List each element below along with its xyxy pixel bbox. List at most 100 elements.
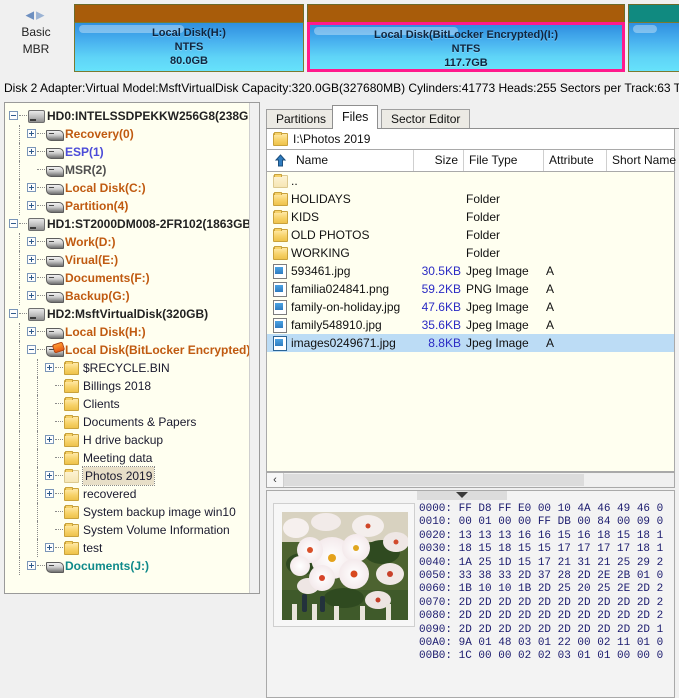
tree-connector — [37, 205, 45, 207]
sort-ascending-icon[interactable] — [274, 154, 287, 167]
partition-block-i-selected[interactable]: Local Disk(BitLocker Encrypted)(I:) NTFS… — [307, 4, 625, 72]
path-breadcrumb-bar[interactable]: I:\Photos 2019 — [266, 129, 675, 150]
tree-item[interactable]: recovered — [5, 485, 252, 503]
tree-item[interactable]: Photos 2019 — [5, 467, 252, 485]
tree-item-label: Documents(F:) — [65, 269, 150, 287]
tree-item[interactable]: Backup(G:) — [5, 287, 252, 305]
expand-icon[interactable] — [45, 489, 54, 498]
file-row[interactable]: OLD PHOTOSFolder — [267, 226, 674, 244]
tab-partitions[interactable]: Partitions — [266, 109, 336, 128]
partition-body[interactable] — [628, 22, 679, 72]
tree-item-label: Local Disk(H:) — [65, 323, 146, 341]
tree-item[interactable]: Documents(F:) — [5, 269, 252, 287]
tree-item[interactable]: HD1:ST2000DM008-2FR102(1863GB) — [5, 215, 252, 233]
expand-icon[interactable] — [27, 183, 36, 192]
partition-body[interactable]: Local Disk(H:) NTFS 80.0GB — [74, 22, 304, 72]
chevron-down-icon[interactable] — [456, 492, 468, 498]
tree-item[interactable]: ESP(1) — [5, 143, 252, 161]
tree-item[interactable]: Local Disk(H:) — [5, 323, 252, 341]
tree-item[interactable]: HD2:MsftVirtualDisk(320GB) — [5, 305, 252, 323]
tree-item[interactable]: H drive backup — [5, 431, 252, 449]
tree-item[interactable]: Local Disk(BitLocker Encrypted)(I:) — [5, 341, 252, 359]
column-header-size[interactable]: Size — [414, 150, 464, 171]
collapse-icon[interactable] — [9, 309, 18, 318]
image-preview — [282, 512, 408, 620]
scroll-thumb[interactable] — [284, 474, 584, 486]
tree-item[interactable]: Meeting data — [5, 449, 252, 467]
expand-icon[interactable] — [45, 363, 54, 372]
tree-item[interactable]: Clients — [5, 395, 252, 413]
collapse-icon[interactable] — [9, 219, 18, 228]
tree-vertical-scrollbar[interactable] — [249, 103, 259, 593]
collapse-icon[interactable] — [9, 111, 18, 120]
tree-item-label: recovered — [83, 485, 136, 503]
column-header-attribute[interactable]: Attribute — [544, 150, 607, 171]
tree-item[interactable]: Documents & Papers — [5, 413, 252, 431]
partition-body[interactable]: Local Disk(BitLocker Encrypted)(I:) NTFS… — [307, 22, 625, 72]
expand-icon[interactable] — [27, 255, 36, 264]
tree-guide-line — [19, 557, 21, 575]
left-arrow-icon[interactable]: ◂ — [25, 5, 36, 24]
content-panel: Partitions Files Sector Editor I:\Photos… — [266, 102, 679, 598]
file-type: Folder — [466, 226, 544, 244]
folder-icon — [64, 452, 79, 465]
tree-item[interactable]: HD0:INTELSSDPEKKW256G8(238GB) — [5, 107, 252, 125]
pane-splitter-handle[interactable] — [417, 491, 507, 500]
tree-item[interactable]: Billings 2018 — [5, 377, 252, 395]
collapse-icon[interactable] — [27, 345, 36, 354]
tree-item[interactable]: System Volume Information — [5, 521, 252, 539]
partition-block-third[interactable] — [628, 4, 679, 72]
partition-header-bar — [307, 4, 625, 22]
tree-item[interactable]: System backup image win10 — [5, 503, 252, 521]
scroll-left-button[interactable]: ‹ — [267, 473, 284, 487]
file-row[interactable]: family548910.jpg35.6KBJpeg ImageA — [267, 316, 674, 334]
tab-sector-editor[interactable]: Sector Editor — [381, 109, 470, 128]
expand-icon[interactable] — [27, 129, 36, 138]
tree-item[interactable]: $RECYCLE.BIN — [5, 359, 252, 377]
expand-icon[interactable] — [27, 561, 36, 570]
file-row[interactable]: .. — [267, 172, 674, 190]
file-row[interactable]: images0249671.jpg8.8KBJpeg ImageA — [267, 334, 674, 352]
tree-connector — [37, 187, 45, 189]
tab-files[interactable]: Files — [332, 105, 378, 129]
tree-item[interactable]: Work(D:) — [5, 233, 252, 251]
expand-icon[interactable] — [45, 471, 54, 480]
folder-icon — [64, 416, 79, 429]
tree-item[interactable]: Local Disk(C:) — [5, 179, 252, 197]
file-row[interactable]: KIDSFolder — [267, 208, 674, 226]
image-file-icon — [273, 282, 287, 297]
partition-block-h[interactable]: Local Disk(H:) NTFS 80.0GB — [74, 4, 304, 72]
folder-icon — [273, 175, 288, 188]
tree-item[interactable]: Recovery(0) — [5, 125, 252, 143]
column-header-short-name[interactable]: Short Name — [607, 150, 676, 171]
expand-icon[interactable] — [27, 327, 36, 336]
expand-icon[interactable] — [27, 201, 36, 210]
tree-connector — [55, 457, 63, 459]
file-list[interactable]: ..HOLIDAYSFolderKIDSFolderOLD PHOTOSFold… — [266, 172, 675, 472]
current-path: I:\Photos 2019 — [293, 131, 370, 148]
hex-dump-view[interactable]: 0000: FF D8 FF E0 00 10 4A 46 49 46 0 00… — [419, 503, 675, 698]
expand-icon[interactable] — [27, 237, 36, 246]
tree-item[interactable]: Virual(E:) — [5, 251, 252, 269]
file-row[interactable]: HOLIDAYSFolder — [267, 190, 674, 208]
tree-item[interactable]: Documents(J:) — [5, 557, 252, 575]
file-row[interactable]: WORKINGFolder — [267, 244, 674, 262]
expand-icon[interactable] — [45, 543, 54, 552]
tree-item[interactable]: MSR(2) — [5, 161, 252, 179]
tree-item[interactable]: Partition(4) — [5, 197, 252, 215]
file-row[interactable]: 593461.jpg30.5KBJpeg ImageA — [267, 262, 674, 280]
column-header-file-type[interactable]: File Type — [464, 150, 544, 171]
expand-icon[interactable] — [27, 273, 36, 282]
expand-icon[interactable] — [45, 435, 54, 444]
device-tree-panel[interactable]: HD0:INTELSSDPEKKW256G8(238GB)Recovery(0)… — [4, 102, 260, 594]
file-row[interactable]: family-on-holiday.jpg47.6KBJpeg ImageA — [267, 298, 674, 316]
file-type: Folder — [466, 190, 544, 208]
expand-icon[interactable] — [27, 291, 36, 300]
tree-item[interactable]: test — [5, 539, 252, 557]
file-list-horizontal-scrollbar[interactable]: ‹ — [266, 472, 675, 488]
expand-icon[interactable] — [27, 147, 36, 156]
right-arrow-icon[interactable]: ▸ — [36, 5, 47, 24]
disk-nav-arrows[interactable]: ◂▸ — [0, 6, 72, 23]
column-header-name[interactable]: Name — [291, 150, 414, 171]
file-row[interactable]: familia024841.png59.2KBPNG ImageA — [267, 280, 674, 298]
